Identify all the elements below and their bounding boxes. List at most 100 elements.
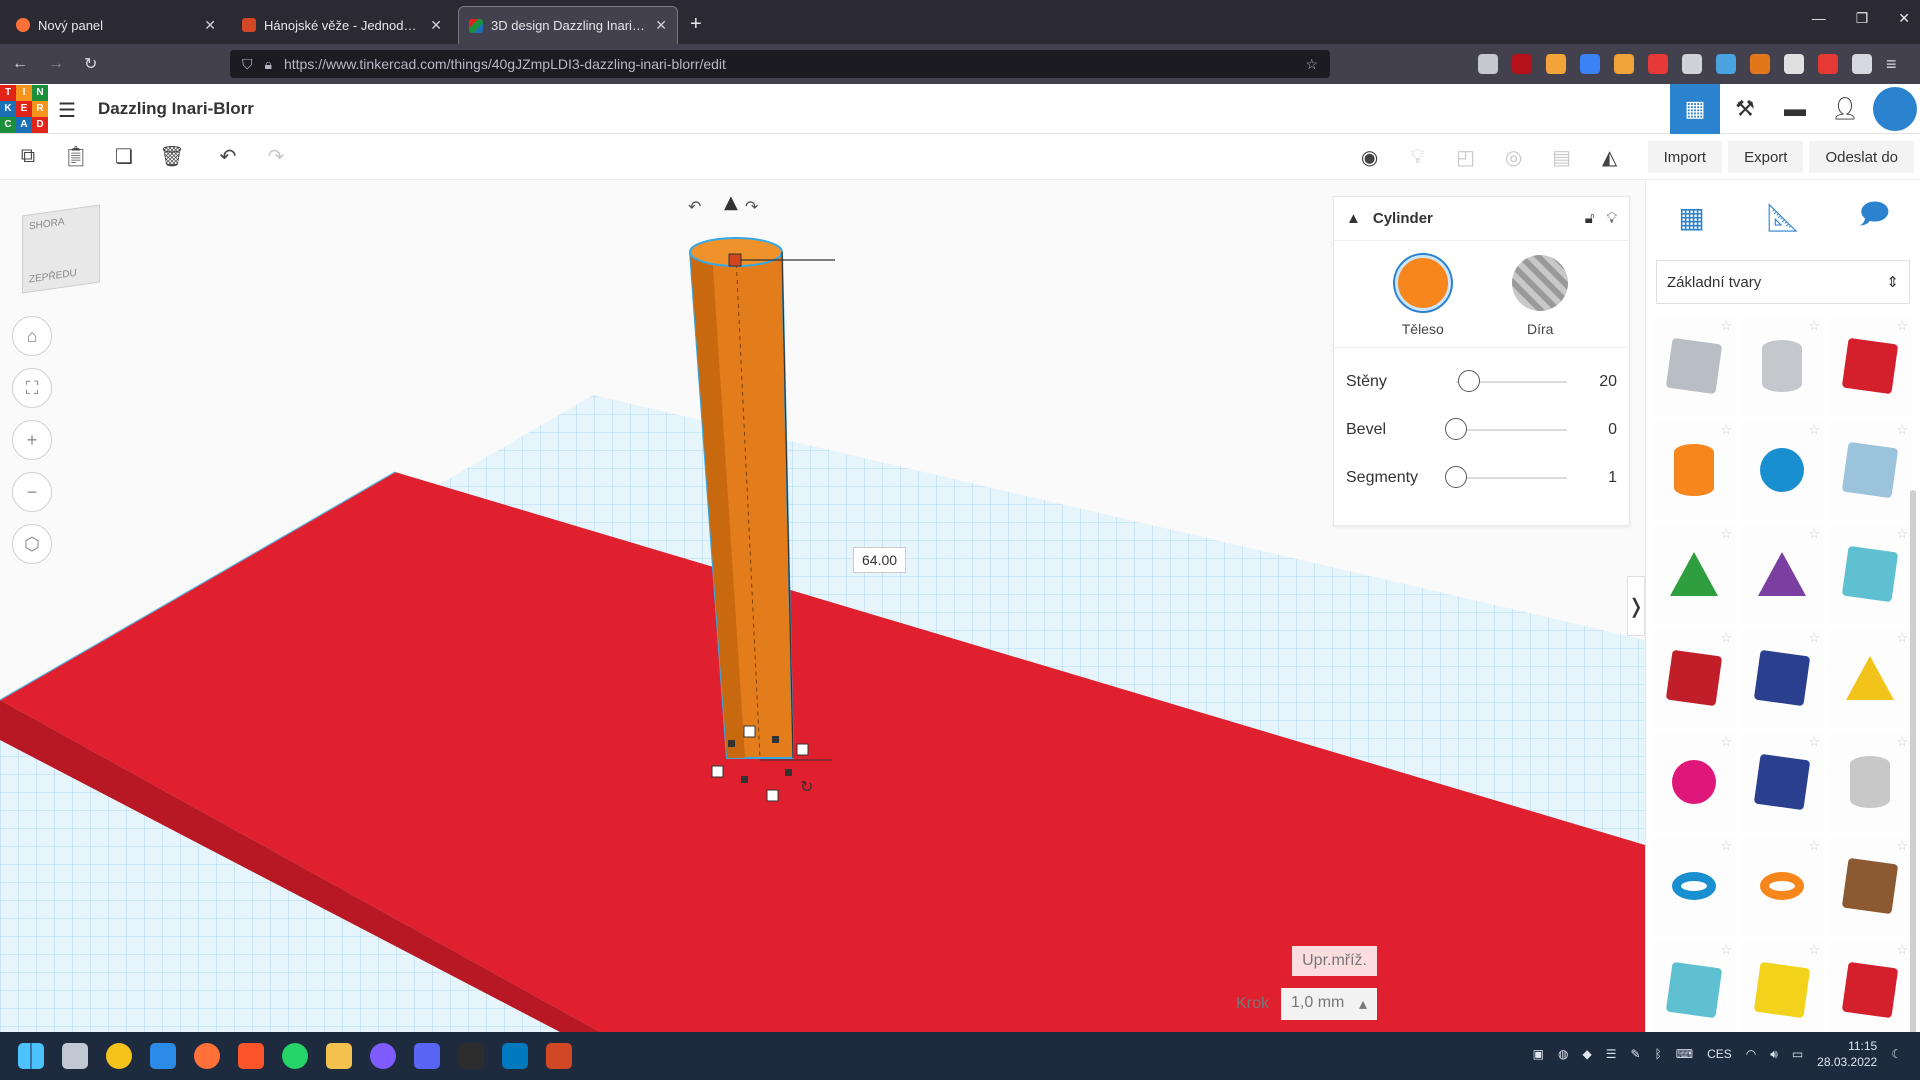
expand-panel-arrow[interactable]: ❭ bbox=[1627, 576, 1645, 636]
extension-icon[interactable] bbox=[1614, 54, 1634, 74]
lock-icon[interactable]: 🔒︎ bbox=[265, 56, 272, 73]
shape-text[interactable]: ☆ bbox=[1652, 628, 1736, 728]
favorite-star-icon[interactable]: ☆ bbox=[1808, 526, 1820, 542]
favorite-star-icon[interactable]: ☆ bbox=[1896, 838, 1908, 854]
shape-cone[interactable]: ☆ bbox=[1740, 524, 1824, 624]
favorite-star-icon[interactable]: ☆ bbox=[1808, 734, 1820, 750]
close-tab-icon[interactable]: ✕ bbox=[204, 17, 216, 34]
messenger-icon[interactable] bbox=[370, 1043, 396, 1069]
bookmark-star-icon[interactable]: ☆ bbox=[1305, 56, 1318, 73]
file-explorer-icon[interactable] bbox=[326, 1043, 352, 1069]
shape-star-yellow[interactable]: ☆ bbox=[1740, 940, 1824, 1040]
notifications-icon[interactable]: ☾ bbox=[1891, 1047, 1902, 1061]
light-bulb-icon[interactable]: 💡︎ bbox=[1606, 210, 1617, 227]
slider-knob[interactable] bbox=[1445, 466, 1467, 488]
bluetooth-icon[interactable]: ᛒ bbox=[1655, 1047, 1662, 1061]
shape-cylinder[interactable]: ☆ bbox=[1652, 420, 1736, 520]
solid-swatch[interactable] bbox=[1394, 255, 1451, 311]
favorite-star-icon[interactable]: ☆ bbox=[1896, 318, 1908, 334]
widgets-icon[interactable] bbox=[106, 1043, 132, 1069]
pocket-icon[interactable] bbox=[1478, 54, 1498, 74]
grid-view-icon[interactable]: ▦ bbox=[1667, 192, 1717, 242]
close-window-button[interactable]: ✕ bbox=[1898, 10, 1910, 27]
shape-roof[interactable]: ☆ bbox=[1652, 524, 1736, 624]
shape-scribble[interactable]: ☆ bbox=[1828, 420, 1912, 520]
add-user-icon[interactable]: 👤︎ bbox=[1820, 84, 1870, 134]
favorite-star-icon[interactable]: ☆ bbox=[1720, 318, 1732, 334]
tab-hanoi[interactable]: Hánojské věže - Jednoduchý hl ✕ bbox=[232, 6, 452, 44]
favorite-star-icon[interactable]: ☆ bbox=[1808, 422, 1820, 438]
maximize-button[interactable]: ❐ bbox=[1856, 10, 1869, 27]
brave-icon[interactable] bbox=[238, 1043, 264, 1069]
view-cube[interactable]: SHORA ZEPŘEDU bbox=[22, 204, 100, 294]
address-bar[interactable]: ⛉ 🔒︎ https://www.tinkercad.com/things/40… bbox=[230, 50, 1330, 78]
import-button[interactable]: Import bbox=[1647, 141, 1723, 173]
chrome-icon[interactable]: ◍ bbox=[1558, 1047, 1568, 1061]
shape-sphere[interactable]: ☆ bbox=[1740, 420, 1824, 520]
tray-icon[interactable]: ▣ bbox=[1533, 1047, 1544, 1061]
shape-tube[interactable]: ☆ bbox=[1740, 836, 1824, 936]
lock-icon[interactable]: 🔓︎ bbox=[1585, 210, 1595, 227]
edit-grid-button[interactable]: Upr.mříž. bbox=[1292, 946, 1377, 976]
favorite-star-icon[interactable]: ☆ bbox=[1720, 942, 1732, 958]
shape-cylinder-hole[interactable]: ☆ bbox=[1740, 316, 1824, 416]
trash-icon[interactable]: 🗑︎ bbox=[152, 137, 192, 177]
shape-star[interactable]: ☆ bbox=[1652, 940, 1736, 1040]
keyboard-icon[interactable]: ⌨ bbox=[1676, 1047, 1693, 1061]
sides-slider[interactable] bbox=[1456, 370, 1567, 392]
extension-icon[interactable] bbox=[1818, 54, 1838, 74]
undo-icon[interactable]: ↶ bbox=[208, 137, 248, 177]
mirror-icon[interactable]: ◭ bbox=[1590, 137, 1630, 177]
design-title[interactable]: Dazzling Inari-Blorr bbox=[98, 99, 254, 119]
view-cube-top-label[interactable]: SHORA bbox=[29, 213, 93, 232]
segments-slider[interactable] bbox=[1445, 466, 1567, 488]
slider-knob[interactable] bbox=[1445, 418, 1467, 440]
home-view-button[interactable]: ⌂ bbox=[12, 316, 52, 356]
favorite-star-icon[interactable]: ☆ bbox=[1896, 942, 1908, 958]
shape-wedge[interactable]: ☆ bbox=[1740, 628, 1824, 728]
ublock-icon[interactable] bbox=[1512, 54, 1532, 74]
3d-view-grid-icon[interactable]: ▦ bbox=[1670, 84, 1720, 134]
close-tab-icon[interactable]: ✕ bbox=[655, 17, 667, 34]
shape-torus[interactable]: ☆ bbox=[1652, 836, 1736, 936]
shape-half-sphere[interactable]: ☆ bbox=[1652, 732, 1736, 832]
dropbox-icon[interactable]: ◆ bbox=[1583, 1047, 1592, 1061]
wifi-icon[interactable]: ◠ bbox=[1746, 1047, 1756, 1061]
hole-swatch[interactable] bbox=[1512, 255, 1569, 311]
tab-new-panel[interactable]: Nový panel ✕ bbox=[6, 6, 226, 44]
zoom-in-button[interactable]: + bbox=[12, 420, 52, 460]
shape-heart[interactable]: ☆ bbox=[1828, 836, 1912, 936]
perspective-button[interactable]: ⬡ bbox=[12, 524, 52, 564]
extension-icon[interactable] bbox=[1648, 54, 1668, 74]
favorite-star-icon[interactable]: ☆ bbox=[1896, 630, 1908, 646]
battery-icon[interactable]: ▭ bbox=[1792, 1047, 1803, 1061]
zoom-out-button[interactable]: − bbox=[12, 472, 52, 512]
shape-pyramid[interactable]: ☆ bbox=[1828, 628, 1912, 728]
blocks-pickaxe-icon[interactable]: ⚒ bbox=[1720, 84, 1770, 134]
terminal-icon[interactable] bbox=[458, 1043, 484, 1069]
favorite-star-icon[interactable]: ☆ bbox=[1720, 734, 1732, 750]
avatar[interactable] bbox=[1873, 87, 1917, 131]
redo-icon[interactable]: ↷ bbox=[256, 137, 296, 177]
bevel-slider[interactable] bbox=[1445, 418, 1567, 440]
design-list-icon[interactable]: ☰ bbox=[58, 98, 76, 123]
shapes-scrollbar[interactable] bbox=[1910, 490, 1916, 1080]
reload-icon[interactable]: ↻ bbox=[84, 54, 97, 74]
new-tab-button[interactable]: + bbox=[690, 13, 702, 36]
volume-icon[interactable]: 🔊︎ bbox=[1770, 1047, 1778, 1062]
shape-paraboloid[interactable]: ☆ bbox=[1828, 732, 1912, 832]
ruler-icon[interactable]: 📐︎ bbox=[1758, 192, 1808, 242]
favorite-star-icon[interactable]: ☆ bbox=[1808, 318, 1820, 334]
align-icon[interactable]: ▤ bbox=[1542, 137, 1582, 177]
tinkercad-logo[interactable]: TINKERCAD bbox=[0, 84, 48, 133]
firefox-icon[interactable] bbox=[194, 1043, 220, 1069]
favorite-star-icon[interactable]: ☆ bbox=[1808, 838, 1820, 854]
paste-icon[interactable]: 📋︎ bbox=[56, 137, 96, 177]
copy-icon[interactable]: ⧉ bbox=[8, 137, 48, 177]
shape-category-select[interactable]: Základní tvary ⇕ bbox=[1656, 260, 1910, 304]
extension-icon[interactable] bbox=[1784, 54, 1804, 74]
light-bulb-icon[interactable]: 💡︎ bbox=[1398, 137, 1438, 177]
forward-arrow-icon[interactable]: → bbox=[48, 55, 64, 73]
view-cube-front-label[interactable]: ZEPŘEDU bbox=[29, 266, 93, 286]
gear-icon[interactable] bbox=[1682, 54, 1702, 74]
